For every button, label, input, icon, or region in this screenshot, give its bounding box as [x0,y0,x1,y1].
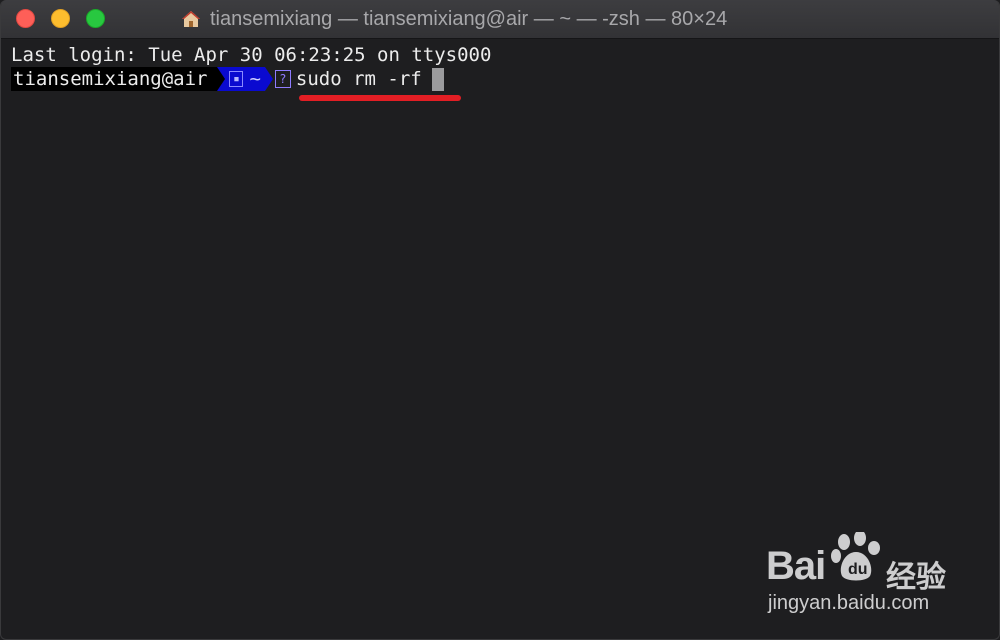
baidu-brand-text: Bai [766,544,826,588]
last-login-line: Last login: Tue Apr 30 06:23:25 on ttys0… [11,44,492,66]
title-bar[interactable]: tiansemixiang — tiansemixiang@air — ~ — … [1,0,999,39]
folder-box-icon: ▪ [229,71,244,87]
text-cursor [431,67,444,91]
question-status-icon: ? [274,70,291,88]
red-underline-annotation [299,95,461,101]
svg-text:du: du [848,561,868,578]
prompt-line: tiansemixiang@air ▪ ~ ? sudo rm -rf [11,67,444,91]
baidu-url-text: jingyan.baidu.com [768,592,930,614]
window-title-text: tiansemixiang — tiansemixiang@air — ~ — … [210,8,728,30]
prompt-separator-icon [217,67,226,91]
baidu-paw-icon: du [831,532,880,581]
terminal-window: tiansemixiang — tiansemixiang@air — ~ — … [0,0,1000,640]
prompt-dir-segment: ▪ ~ [225,67,265,91]
minimize-button[interactable] [51,9,70,28]
prompt-separator-icon-2 [264,67,273,91]
baidu-jingyan-text: 经验 [886,560,946,595]
zoom-button[interactable] [86,9,105,28]
close-button[interactable] [16,9,35,28]
window-title: tiansemixiang — tiansemixiang@air — ~ — … [181,0,727,38]
prompt-dir: ~ [249,68,261,90]
command-text[interactable]: sudo rm -rf [294,67,422,91]
home-icon [182,11,200,27]
prompt-user-segment: tiansemixiang@air [11,67,218,91]
baidu-watermark: du Bai 经验 jingyan.baidu.com [766,530,956,620]
